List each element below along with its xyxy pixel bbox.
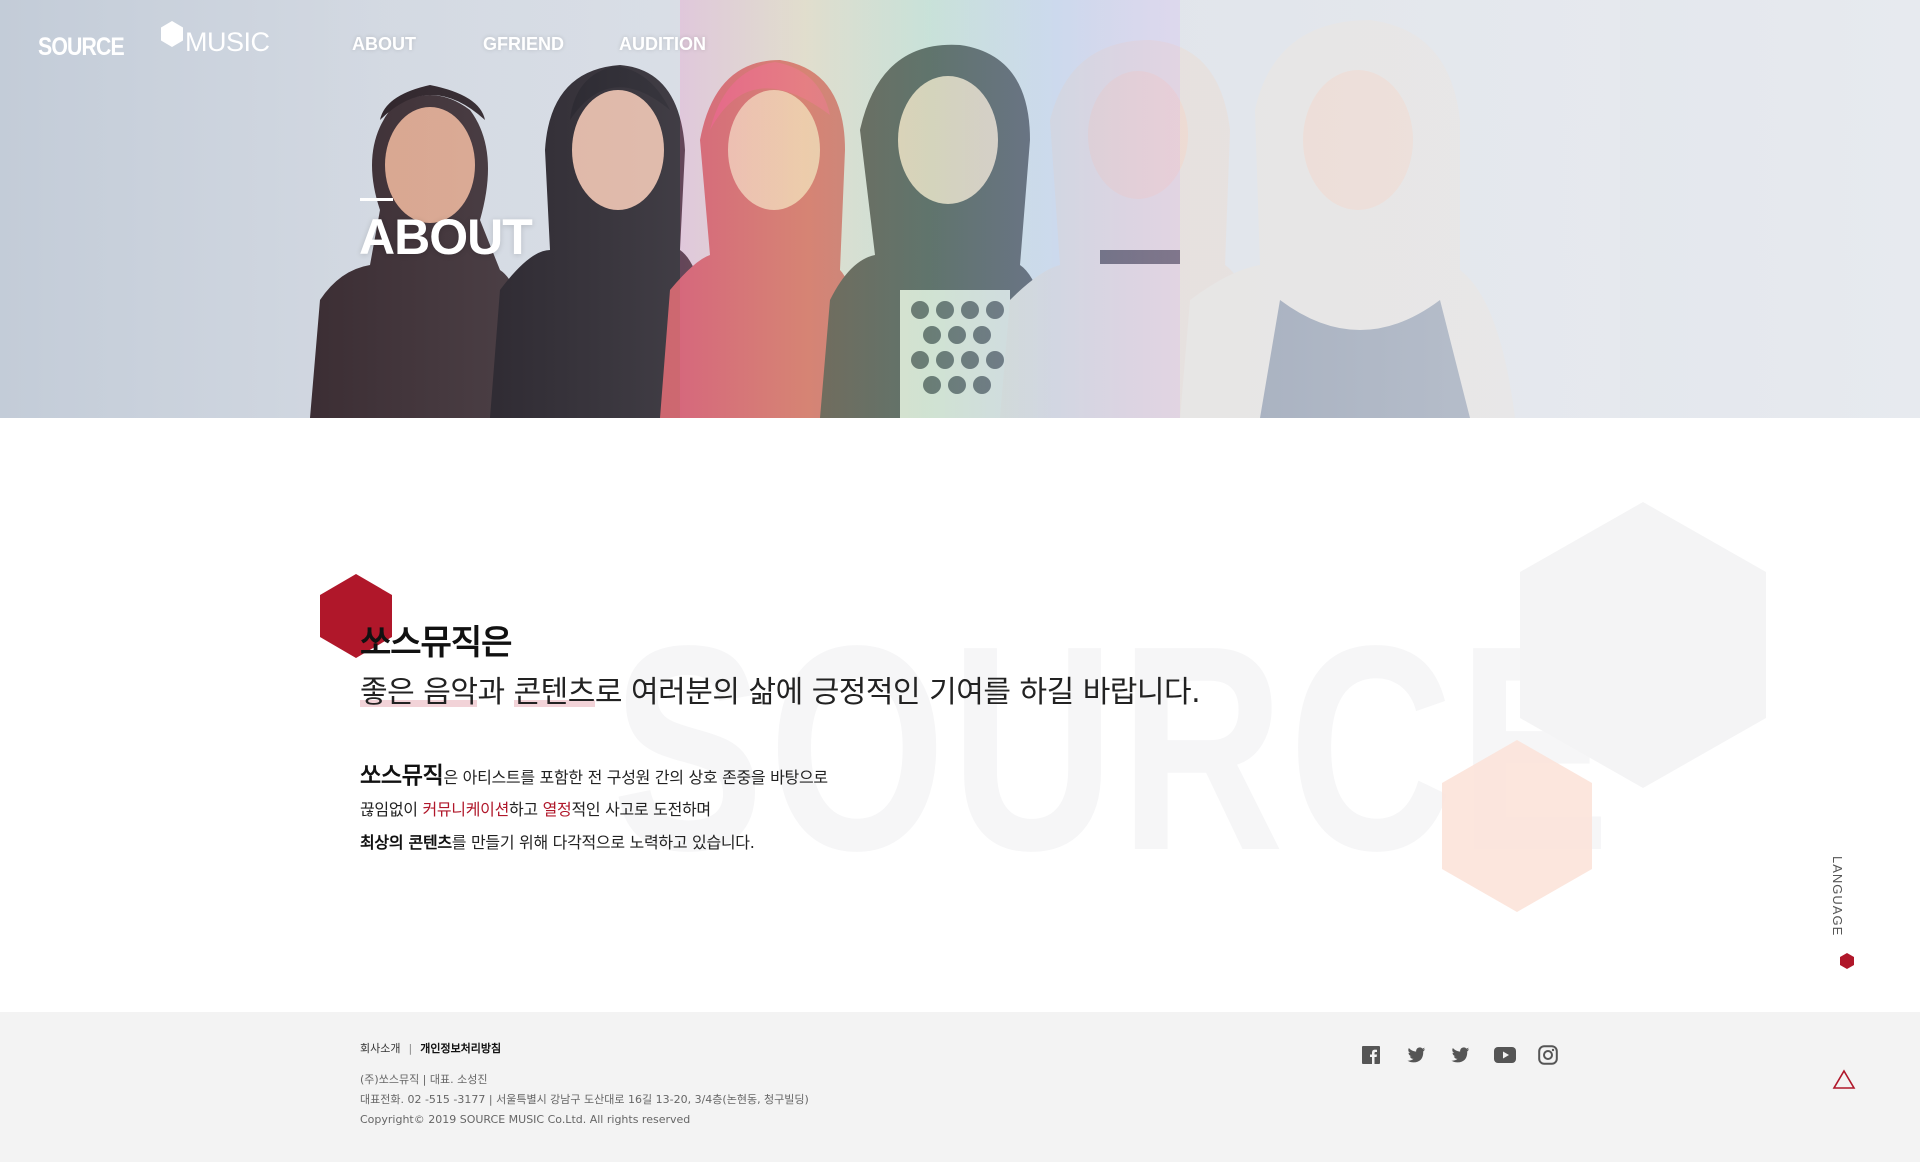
intro-sub-text: 로 여러분의 삶에 긍정적인 기여를 하길 바랍니다. [594,675,1201,710]
logo-hexagon-icon [161,21,183,47]
source-music-logo[interactable]: SOURCE MUSIC [38,21,270,61]
page-title: ABOUT [359,209,533,265]
decorative-hexagon-peach [1442,740,1592,912]
body-text: 하고 [509,800,543,819]
body-line-1: 쏘스뮤직은 아티스트를 포함한 전 구성원 간의 상호 존중을 바탕으로 [360,760,828,793]
nav-item-about[interactable]: ABOUT [352,34,416,55]
footer-link-company[interactable]: 회사소개 [360,1040,400,1056]
footer-links: 회사소개 | 개인정보처리방침 [360,1040,501,1056]
instagram-icon[interactable] [1538,1044,1582,1066]
highlight-good-music: 좋은 음악 [360,675,478,710]
language-hexagon-icon[interactable] [1839,952,1855,970]
nav-item-gfriend[interactable]: GFRIEND [483,34,564,55]
body-accent-passion: 열정 [542,800,572,819]
footer-info-line: 대표전화. 02 -515 -3177 | 서울특별시 강남구 도산대로 16길… [360,1093,809,1106]
language-selector[interactable]: LANGUAGE [1830,856,1860,996]
twitter-icon[interactable] [1406,1044,1450,1066]
language-label[interactable]: LANGUAGE [1830,856,1845,936]
intro-body: 쏘스뮤직은 아티스트를 포함한 전 구성원 간의 상호 존중을 바탕으로 끊임없… [360,760,828,859]
nav-item-audition[interactable]: AUDITION [619,34,706,55]
body-text: 적인 사고로 도전하며 [571,800,711,819]
body-text: 를 만들기 위해 다각적으로 노력하고 있습니다. [451,833,755,852]
twitter-icon[interactable] [1450,1044,1494,1066]
youtube-icon[interactable] [1494,1044,1538,1066]
logo-word: SOURCE [38,33,125,61]
site-footer: 회사소개 | 개인정보처리방침 (주)쏘스뮤직 | 대표. 소성진 대표전화. … [0,1012,1920,1162]
facebook-icon[interactable] [1362,1044,1406,1066]
footer-company-info: (주)쏘스뮤직 | 대표. 소성진 대표전화. 02 -515 -3177 | … [360,1070,809,1130]
footer-separator: | [408,1041,413,1055]
body-brand-name: 쏘스뮤직 [360,763,444,789]
body-line-3: 최상의 콘텐츠를 만들기 위해 다각적으로 노력하고 있습니다. [360,826,828,859]
body-line-2: 끊임없이 커뮤니케이션하고 열정적인 사고로 도전하며 [360,793,828,826]
body-accent-communication: 커뮤니케이션 [422,800,509,819]
highlight-contents: 콘텐츠 [513,675,595,710]
social-links [1362,1044,1582,1066]
body-bold-contents: 최상의 콘텐츠 [360,833,452,852]
body-text: 끊임없이 [360,800,423,819]
body-text: 은 아티스트를 포함한 전 구성원 간의 상호 존중을 바탕으로 [443,768,828,787]
intro-subheading: 좋은 음악과 콘텐츠로 여러분의 삶에 긍정적인 기여를 하길 바랍니다. [360,675,1201,710]
intro-sub-text: 과 [477,675,514,710]
intro-heading: 쏘스뮤직은 [360,623,512,663]
footer-copyright: Copyright© 2019 SOURCE MUSIC Co.Ltd. All… [360,1113,691,1126]
footer-info-line: (주)쏘스뮤직 | 대표. 소성진 [360,1073,488,1086]
scroll-top-icon[interactable] [1832,1068,1856,1092]
footer-link-privacy[interactable]: 개인정보처리방침 [420,1040,501,1056]
about-section: SOURCE 쏘스뮤직은 좋은 음악과 콘텐츠로 여러분의 삶에 긍정적인 기여… [0,418,1920,1012]
logo-word-secondary: MUSIC [185,27,270,57]
hero-banner: SOURCE MUSIC ABOUT GFRIEND AUDITION ABOU… [0,0,1920,418]
hero-title-bar [360,198,393,201]
